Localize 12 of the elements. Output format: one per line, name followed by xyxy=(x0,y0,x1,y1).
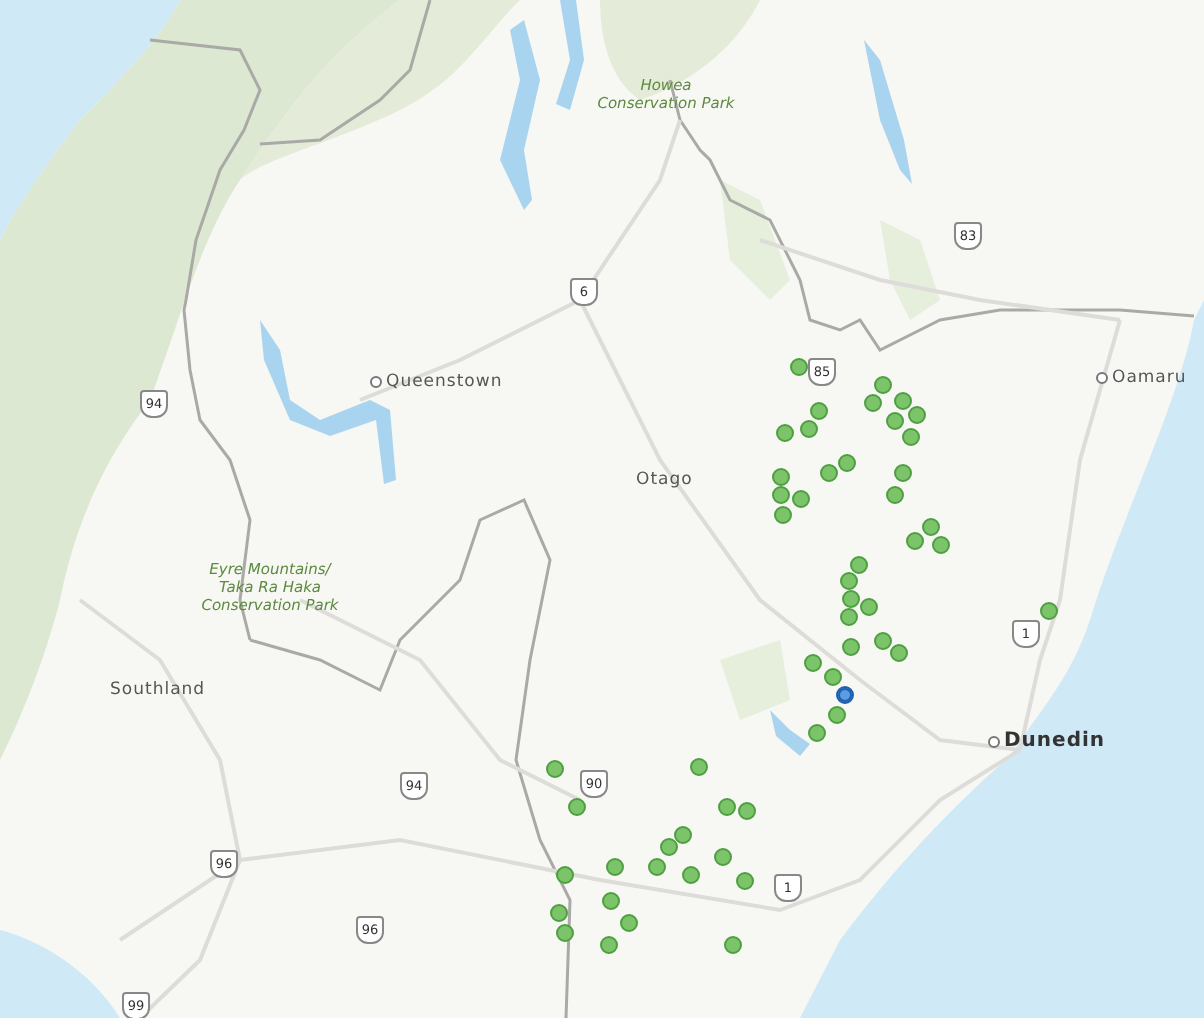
forest-area xyxy=(720,640,790,720)
lake xyxy=(864,40,912,184)
sea-area xyxy=(0,930,120,1018)
forest-area xyxy=(880,220,940,320)
place-label: Otago xyxy=(636,470,693,490)
place-label: Oamaru xyxy=(1112,368,1187,388)
lake xyxy=(770,710,810,756)
lake xyxy=(556,0,584,110)
forest-area xyxy=(720,180,790,300)
place-label: Dunedin xyxy=(1004,730,1106,752)
place-label: Queenstown xyxy=(386,372,503,392)
place-label: Southland xyxy=(110,680,206,700)
